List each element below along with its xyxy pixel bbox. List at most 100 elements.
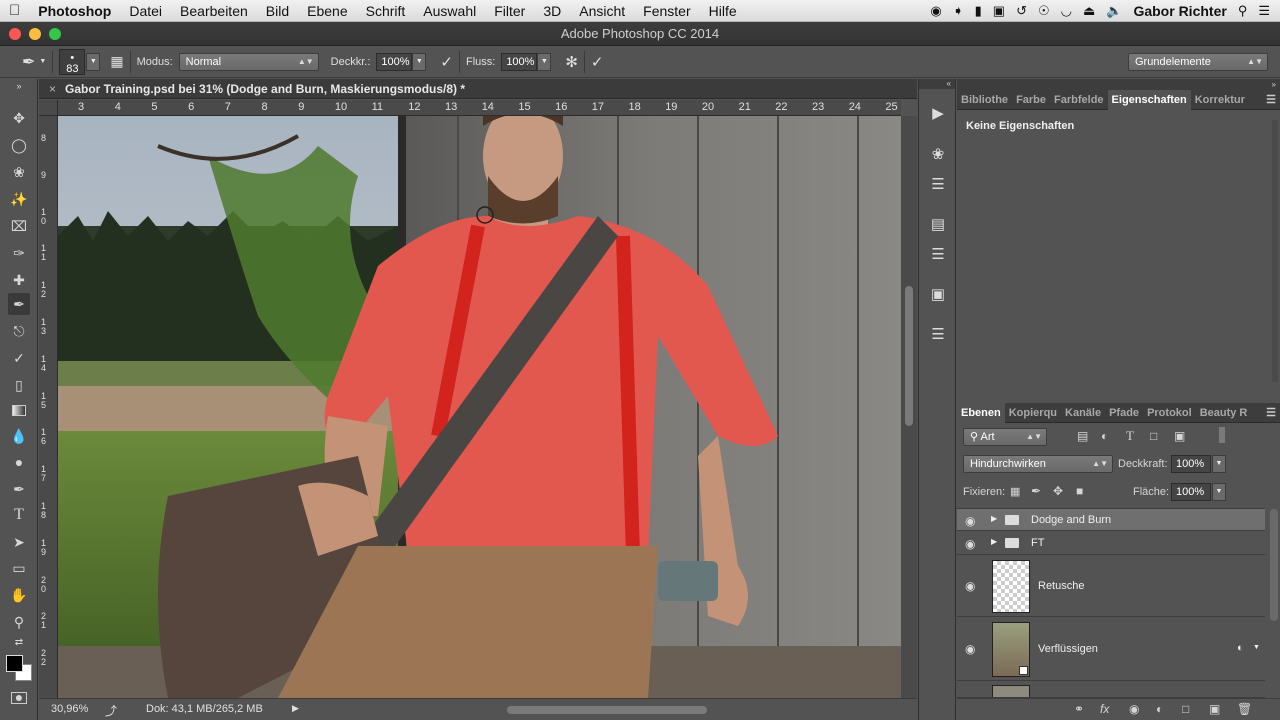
collapse-icon[interactable]: » bbox=[957, 79, 1280, 90]
expand-arrow-icon[interactable]: ▶ bbox=[991, 514, 997, 523]
link-layers-icon[interactable]: ⚭ bbox=[1074, 702, 1084, 716]
airbrush-icon[interactable]: ✻ bbox=[565, 53, 578, 71]
vertical-scrollbar[interactable] bbox=[901, 116, 917, 698]
vertical-scroll-thumb[interactable] bbox=[905, 286, 913, 426]
airplay-icon[interactable]: ▣ bbox=[993, 3, 1005, 19]
layer-row-dodge-and-burn[interactable]: ◉ ▶ Dodge and Burn bbox=[957, 508, 1265, 531]
new-layer-icon[interactable]: ▣ bbox=[1209, 702, 1220, 716]
app-menu[interactable]: Photoshop bbox=[29, 3, 120, 19]
tab-farbfelder[interactable]: Farbfelde bbox=[1050, 90, 1108, 110]
collapse-icon[interactable]: » bbox=[8, 81, 30, 91]
panel-menu-icon[interactable]: ☰ bbox=[1266, 406, 1280, 419]
eject-icon[interactable]: ⏏ bbox=[1083, 3, 1095, 19]
lasso-tool-icon[interactable]: ❀ bbox=[8, 161, 30, 183]
3d-cube-icon[interactable]: ▣ bbox=[927, 284, 949, 306]
menu-filter[interactable]: Filter bbox=[485, 3, 534, 19]
tab-eigenschaften[interactable]: Eigenschaften bbox=[1107, 89, 1191, 110]
layer-row-verfluessigen[interactable]: ◉ Verflüssigen ◐ ▼ bbox=[957, 618, 1265, 681]
spotlight-search-icon[interactable]: ⚲ bbox=[1238, 3, 1248, 19]
eraser-tool-icon[interactable]: ▯ bbox=[8, 374, 30, 396]
close-window-button[interactable] bbox=[9, 28, 21, 40]
smart-filter-icon[interactable]: ◐ bbox=[1237, 642, 1244, 654]
lock-position-icon[interactable]: ✥ bbox=[1053, 484, 1063, 498]
volume-icon[interactable]: 🔈 bbox=[1106, 3, 1122, 19]
actions-play-icon[interactable]: ▶ bbox=[927, 103, 949, 125]
tab-pfade[interactable]: Pfade bbox=[1105, 403, 1143, 423]
visibility-eye-icon[interactable]: ◉ bbox=[965, 642, 975, 656]
brush-tool-icon[interactable]: ✒ bbox=[8, 293, 30, 315]
blend-mode-select[interactable]: Hindurchwirken ▲▼ bbox=[963, 455, 1113, 473]
mode-select[interactable]: Normal ▲▼ bbox=[178, 52, 319, 71]
layer-row-retusche[interactable]: ◉ Retusche bbox=[957, 556, 1265, 617]
new-group-icon[interactable]: □ bbox=[1182, 702, 1189, 716]
layer-filter-select[interactable]: ⚲ Art ▲▼ bbox=[963, 428, 1047, 446]
layer-row-partial[interactable] bbox=[957, 682, 1265, 698]
type-tool-icon[interactable]: T bbox=[8, 504, 30, 526]
flow-dropdown[interactable]: ▼ bbox=[537, 52, 552, 71]
fill-field[interactable]: 100% bbox=[1171, 483, 1211, 501]
menu-ebene[interactable]: Ebene bbox=[298, 3, 356, 19]
menu-datei[interactable]: Datei bbox=[120, 3, 171, 19]
tab-ebenen[interactable]: Ebenen bbox=[957, 402, 1005, 423]
tab-bibliotheken[interactable]: Bibliothe bbox=[957, 90, 1012, 110]
adjustment-layer-icon[interactable]: ◐ bbox=[1156, 702, 1163, 716]
menu-bild[interactable]: Bild bbox=[257, 3, 298, 19]
lock-all-icon[interactable]: ■ bbox=[1076, 484, 1083, 498]
filter-smart-object-icon[interactable]: ▣ bbox=[1174, 429, 1185, 443]
menu-ansicht[interactable]: Ansicht bbox=[570, 3, 634, 19]
foreground-color-swatch[interactable] bbox=[6, 655, 23, 672]
filter-shape-icon[interactable]: □ bbox=[1150, 429, 1157, 443]
record-icon[interactable]: ◉ bbox=[930, 3, 941, 19]
history-brush-tool-icon[interactable]: ✓ bbox=[8, 347, 30, 369]
layer-thumbnail[interactable] bbox=[992, 622, 1030, 677]
pressure-size-icon[interactable]: ✓ bbox=[591, 53, 604, 71]
paragraph-icon[interactable]: ☰ bbox=[927, 244, 949, 266]
layer-name[interactable]: Retusche bbox=[1038, 580, 1084, 592]
dodge-tool-icon[interactable]: ● bbox=[8, 451, 30, 473]
brush-presets-icon[interactable]: ❀ bbox=[927, 144, 949, 166]
time-machine-icon[interactable]: ↺ bbox=[1016, 3, 1027, 19]
path-selection-tool-icon[interactable]: ➤ bbox=[8, 531, 30, 553]
healing-brush-tool-icon[interactable]: ✚ bbox=[8, 269, 30, 291]
opacity-field[interactable]: 100% bbox=[376, 52, 413, 71]
layer-opacity-field[interactable]: 100% bbox=[1171, 455, 1211, 473]
eyedropper-tool-icon[interactable]: ✑ bbox=[8, 242, 30, 264]
chevron-down-icon[interactable]: ▼ bbox=[1253, 644, 1260, 651]
expand-arrow-icon[interactable]: ▶ bbox=[991, 537, 997, 546]
tab-protokoll[interactable]: Protokol bbox=[1143, 403, 1196, 423]
ellipse-marquee-tool-icon[interactable]: ◯ bbox=[8, 134, 30, 156]
filter-type-icon[interactable]: T bbox=[1126, 428, 1134, 444]
swap-colors-icon[interactable]: ⇄ bbox=[8, 635, 30, 649]
adjustments-icon[interactable]: ☰ bbox=[927, 174, 949, 196]
hand-tool-icon[interactable]: ✋ bbox=[8, 584, 30, 606]
opacity-dropdown[interactable]: ▼ bbox=[412, 52, 427, 71]
menu-3d[interactable]: 3D bbox=[534, 3, 570, 19]
gradient-tool-icon[interactable] bbox=[8, 399, 30, 421]
vertical-ruler[interactable]: 8 9 1 0 1 1 1 2 1 3 1 4 1 5 1 6 1 7 1 8 1 9 2 0 2 1 2 … bbox=[39, 116, 58, 698]
tab-korrektur[interactable]: Korrektur bbox=[1191, 90, 1249, 110]
tab-beauty-retouch[interactable]: Beauty R bbox=[1196, 403, 1252, 423]
zoom-window-button[interactable] bbox=[49, 28, 61, 40]
notification-list-icon[interactable]: ☰ bbox=[1258, 3, 1270, 19]
tab-farbe[interactable]: Farbe bbox=[1012, 90, 1050, 110]
ruler-origin[interactable] bbox=[39, 100, 58, 116]
user-name[interactable]: Gabor Richter bbox=[1133, 3, 1226, 19]
chevron-down-icon[interactable]: ▼ bbox=[39, 58, 46, 65]
close-document-icon[interactable]: × bbox=[49, 79, 56, 99]
document-canvas[interactable] bbox=[58, 116, 901, 698]
brush-size-picker[interactable]: • 83 bbox=[59, 48, 86, 75]
crop-tool-icon[interactable]: ⌧ bbox=[8, 215, 30, 237]
filter-pixel-icon[interactable]: ▤ bbox=[1077, 429, 1088, 443]
visibility-eye-icon[interactable]: ◉ bbox=[965, 579, 975, 593]
menu-hilfe[interactable]: Hilfe bbox=[700, 3, 746, 19]
panel-menu-icon[interactable]: ☰ bbox=[1266, 93, 1280, 106]
horizontal-ruler[interactable]: 3456789101112131415161718192021222324252… bbox=[39, 100, 934, 116]
layers-scroll-thumb[interactable] bbox=[1270, 509, 1278, 621]
menu-fenster[interactable]: Fenster bbox=[634, 3, 699, 19]
brush-panel-icon[interactable]: ▦ bbox=[110, 53, 123, 70]
wifi-icon[interactable]: ◡ bbox=[1061, 3, 1072, 19]
notes-icon[interactable]: ▤ bbox=[927, 214, 949, 236]
minimize-window-button[interactable] bbox=[29, 28, 41, 40]
add-mask-icon[interactable]: ◉ bbox=[1129, 702, 1139, 716]
workspace-select[interactable]: Grundelemente ▲▼ bbox=[1128, 52, 1268, 71]
